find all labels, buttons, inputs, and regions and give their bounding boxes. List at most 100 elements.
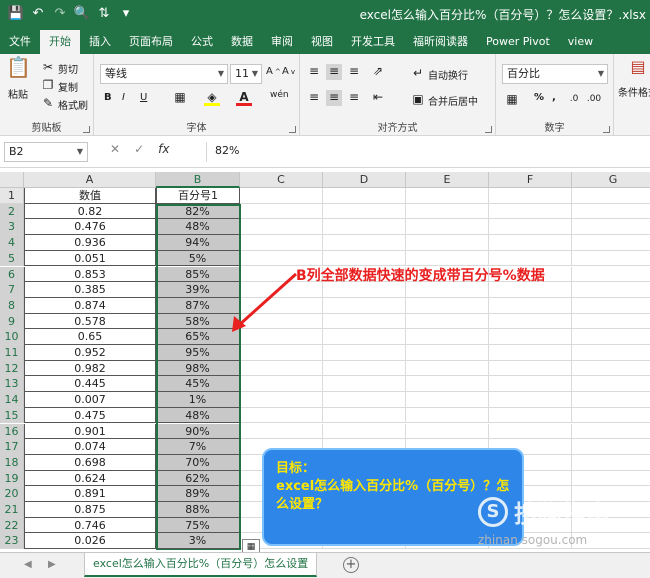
cell-empty[interactable] [572, 408, 650, 424]
cell-empty[interactable] [323, 297, 406, 314]
row-header[interactable]: 17 [0, 439, 24, 455]
cell-b15[interactable]: 48% [156, 407, 240, 424]
row-header[interactable]: 3 [0, 219, 24, 236]
tab-power-pivot[interactable]: Power Pivot [477, 30, 559, 54]
cell-empty[interactable] [572, 235, 650, 251]
redo-icon[interactable]: ↷ [50, 4, 70, 24]
cell-empty[interactable] [240, 219, 323, 236]
cell-empty[interactable] [572, 314, 650, 330]
cell-empty[interactable] [323, 345, 406, 361]
cell-empty[interactable] [489, 423, 572, 440]
cell-empty[interactable] [572, 188, 650, 204]
column-header-b[interactable]: B [156, 172, 240, 188]
cell-b11[interactable]: 95% [156, 345, 240, 361]
cell-empty[interactable] [323, 423, 406, 440]
cell-a7[interactable]: 0.385 [24, 282, 156, 298]
cell-empty[interactable] [323, 219, 406, 236]
cell-empty[interactable] [240, 360, 323, 377]
print-preview-icon[interactable]: 🔍 [72, 4, 92, 24]
cell-a13[interactable]: 0.445 [24, 376, 156, 393]
cell-a18[interactable]: 0.698 [24, 454, 156, 471]
cell-empty[interactable] [406, 188, 489, 204]
cell-empty[interactable] [406, 423, 489, 440]
row-header[interactable]: 10 [0, 329, 24, 345]
row-header[interactable]: 13 [0, 376, 24, 393]
column-header-c[interactable]: C [240, 172, 323, 188]
italic-button[interactable]: I [122, 92, 125, 103]
increase-decimal-button[interactable]: .0 [566, 92, 582, 108]
cell-empty[interactable] [572, 204, 650, 220]
cell-a14[interactable]: 0.007 [24, 392, 156, 408]
cell-empty[interactable] [406, 329, 489, 345]
cell-empty[interactable] [240, 392, 323, 408]
column-header-g[interactable]: G [572, 172, 650, 188]
tab-developer[interactable]: 开发工具 [342, 30, 404, 54]
row-header[interactable]: 8 [0, 297, 24, 314]
cell-a11[interactable]: 0.952 [24, 345, 156, 361]
phonetic-button[interactable]: wén [270, 90, 289, 100]
cell-b16[interactable]: 90% [156, 423, 240, 440]
cell-b19[interactable]: 62% [156, 470, 240, 487]
font-size-select[interactable]: 11 ▼ [230, 64, 262, 84]
check-icon[interactable]: ✓ [134, 142, 144, 156]
row-header[interactable]: 6 [0, 266, 24, 283]
fill-color-button[interactable]: ◈ [204, 90, 220, 106]
fx-icon[interactable]: fx [158, 142, 169, 156]
cell-a19[interactable]: 0.624 [24, 470, 156, 487]
shrink-font-button[interactable]: Av [282, 66, 295, 77]
cell-empty[interactable] [489, 329, 572, 345]
row-header[interactable]: 7 [0, 282, 24, 298]
cell-a6[interactable]: 0.853 [24, 266, 156, 283]
row-header[interactable]: 18 [0, 454, 24, 471]
cell-empty[interactable] [406, 219, 489, 236]
cancel-icon[interactable]: ✕ [110, 142, 120, 156]
row-header[interactable]: 22 [0, 517, 24, 534]
cell-b4[interactable]: 94% [156, 235, 240, 251]
cell-empty[interactable] [489, 219, 572, 236]
cell-a21[interactable]: 0.875 [24, 502, 156, 518]
font-launcher[interactable] [289, 126, 296, 133]
formula-input[interactable]: 82% [206, 142, 650, 162]
cell-empty[interactable] [489, 376, 572, 393]
font-name-select[interactable]: 等线 ▼ [100, 64, 228, 84]
cell-a3[interactable]: 0.476 [24, 219, 156, 236]
cell-empty[interactable] [406, 376, 489, 393]
top-align-button[interactable]: ≡ [306, 64, 322, 80]
number-format-select[interactable]: 百分比 ▼ [502, 64, 608, 84]
sheet-tab-active[interactable]: excel怎么输入百分比%（百分号）怎么设置 [84, 553, 318, 577]
cell-empty[interactable] [406, 313, 489, 330]
cell-empty[interactable] [489, 392, 572, 408]
cell-empty[interactable] [572, 267, 650, 283]
center-align-button[interactable]: ≡ [326, 90, 342, 106]
cell-empty[interactable] [323, 360, 406, 377]
row-header[interactable]: 19 [0, 470, 24, 487]
middle-align-button[interactable]: ≡ [326, 64, 342, 80]
merge-center-button[interactable]: ▣ 合并后居中 [410, 92, 478, 108]
cell-a5[interactable]: 0.051 [24, 250, 156, 267]
cell-empty[interactable] [406, 297, 489, 314]
row-header[interactable]: 14 [0, 392, 24, 408]
cell-empty[interactable] [572, 345, 650, 361]
number-launcher[interactable] [603, 126, 610, 133]
row-header[interactable]: 15 [0, 407, 24, 424]
cell-empty[interactable] [572, 298, 650, 314]
format-painter-button[interactable]: ✎ 格式刷 [40, 96, 88, 112]
cell-a20[interactable]: 0.891 [24, 486, 156, 502]
underline-button[interactable]: U [140, 92, 147, 103]
add-sheet-icon[interactable]: + [343, 557, 359, 573]
decrease-decimal-button[interactable]: .00 [586, 92, 602, 108]
cell-empty[interactable] [406, 360, 489, 377]
cell-empty[interactable] [323, 329, 406, 345]
cell-empty[interactable] [240, 203, 323, 220]
alignment-launcher[interactable] [485, 126, 492, 133]
cell-empty[interactable] [323, 407, 406, 424]
cell-empty[interactable] [323, 203, 406, 220]
cell-empty[interactable] [572, 251, 650, 267]
right-align-button[interactable]: ≡ [346, 90, 362, 106]
indent-button[interactable]: ⇤ [370, 90, 386, 106]
tab-view[interactable]: 视图 [302, 30, 342, 54]
customize-icon[interactable]: ▾ [116, 4, 136, 24]
tab-home[interactable]: 开始 [40, 30, 80, 54]
cell-empty[interactable] [240, 407, 323, 424]
cell-empty[interactable] [572, 376, 650, 393]
